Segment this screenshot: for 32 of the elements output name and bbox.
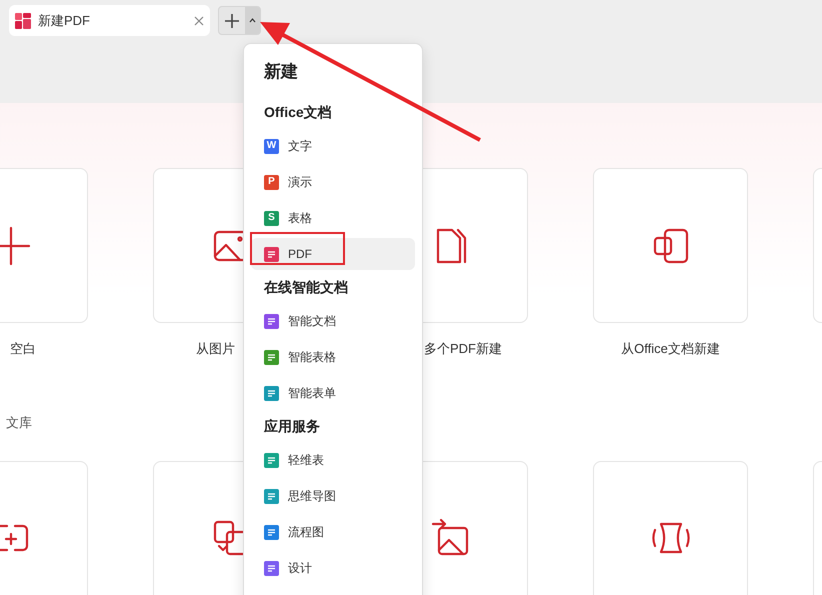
menu-item[interactable]: 智能文档 bbox=[251, 305, 415, 337]
menu-item[interactable]: W 文字 bbox=[251, 130, 415, 162]
menu-title: 新建 bbox=[264, 61, 298, 84]
group-heading: 在线智能文档 bbox=[264, 278, 348, 296]
menu-item[interactable]: 智能表单 bbox=[251, 377, 415, 409]
card-label: 从Office文档新建 bbox=[621, 340, 720, 358]
menu-item[interactable]: P 演示 bbox=[251, 166, 415, 198]
tab-title: 新建PDF bbox=[38, 12, 91, 30]
menu-item[interactable]: 轻维表 bbox=[251, 444, 415, 476]
app-icon: W bbox=[264, 138, 279, 154]
group-heading: 应用服务 bbox=[264, 416, 320, 436]
section-label: 文库 bbox=[6, 414, 32, 430]
plus-icon bbox=[225, 14, 239, 28]
menu-item[interactable]: S 表格 bbox=[251, 202, 415, 234]
card-label: 空白 bbox=[10, 340, 36, 358]
new-tab-button[interactable] bbox=[218, 6, 261, 35]
caret-icon bbox=[249, 18, 256, 23]
menu-item[interactable]: 智能表格 bbox=[251, 341, 415, 373]
close-icon[interactable] bbox=[194, 16, 204, 26]
menu-item[interactable]: 设计 bbox=[251, 552, 415, 584]
menu-item[interactable]: 思维导图 bbox=[251, 480, 415, 512]
card-label: 多个PDF新建 bbox=[424, 340, 502, 358]
menu-item[interactable]: 流程图 bbox=[251, 516, 415, 548]
app-icon: S bbox=[264, 210, 279, 226]
plus-icon bbox=[0, 226, 30, 266]
import-image-icon bbox=[430, 518, 470, 558]
group-heading: Office文档 bbox=[264, 102, 332, 122]
grid-logo-icon bbox=[15, 12, 31, 28]
document-tab[interactable]: 新建PDF bbox=[9, 5, 210, 36]
menu-item[interactable]: PDF bbox=[251, 238, 415, 270]
app-icon: P bbox=[264, 174, 279, 190]
card-label: 从图片 bbox=[196, 340, 235, 358]
